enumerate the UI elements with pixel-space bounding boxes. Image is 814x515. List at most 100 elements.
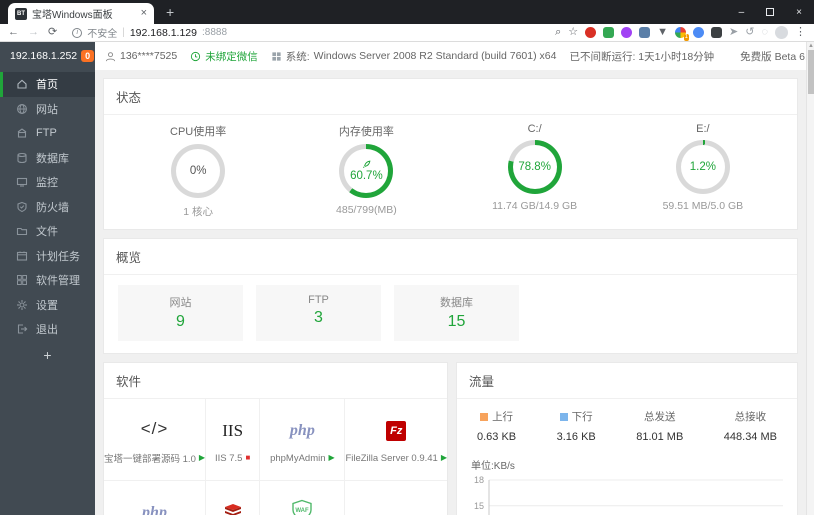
user-phone: 136****7525 [120,50,178,62]
software-item-phpmyadmin[interactable]: php phpMyAdmin ▶ [260,399,346,481]
iis-icon: IIS [222,420,244,440]
sidebar-item-website[interactable]: 网站 [0,97,95,122]
sidebar-item-settings[interactable]: 设置 [0,293,95,318]
traffic-card-title: 流量 [457,363,797,399]
disk-c-ring: 78.8% [507,140,562,194]
filezilla-icon: Fz [386,420,407,441]
browser-tab[interactable]: BT 宝塔Windows面板 × [8,3,154,24]
extension-icon[interactable] [603,27,615,38]
sidebar-item-firewall[interactable]: 防火墙 [0,195,95,220]
scroll-up-icon[interactable]: ▲ [808,43,814,49]
grid-icon [17,275,27,286]
overview-card: 概览 网站 9 FTP 3 数据库 15 [103,238,798,354]
url-port: :8888 [201,27,228,38]
extension-icon[interactable] [639,27,651,38]
cpu-ring: 0% [171,144,226,198]
uptime: 已不间断运行: 1天1小时18分钟 [569,50,715,63]
overview-databases[interactable]: 数据库 15 [394,285,519,341]
bookmark-star-icon[interactable]: ☆ [568,27,578,38]
send-extension-icon[interactable]: ➤ [729,27,738,38]
gear-icon [17,299,27,310]
info-icon[interactable]: i [72,27,83,38]
memory-ring: 60.7% [339,144,394,198]
browser-window: BT 宝塔Windows面板 × + – × ← → ⟳ i 不安全 | 192… [0,0,814,515]
history-extension-icon[interactable]: ↺ [745,27,754,38]
ftp-icon [17,128,27,138]
software-item-redis[interactable]: redis 1.0▶ [206,481,261,515]
filter-extension-icon[interactable]: ▼ [657,27,668,38]
page-scrollbar[interactable]: ▲ [806,42,814,515]
disk-e-ring: 1.2% [675,140,730,194]
search-icon[interactable]: ⌕ [555,27,561,38]
status-indicator: ▶ [198,453,206,462]
software-item-waf[interactable]: WAF 宝塔IIS防火墙 1.0▶ [260,481,346,515]
disk-e-gauge[interactable]: E:/ 1.2% 59.51 MB/5.0 GB [628,123,778,219]
sidebar-item-home[interactable]: 首页 [0,72,95,97]
sidebar-add-button[interactable]: + [0,347,95,363]
software-item-php52[interactable]: php PHP-5.2▶ [104,481,207,515]
logout-icon [17,324,28,334]
traffic-up: 上行 0.63 KB [477,411,517,443]
overview-ftp[interactable]: FTP 3 [256,285,381,341]
home-icon [17,79,27,89]
extension-icon[interactable] [711,27,723,38]
window-minimize-button[interactable]: – [739,7,745,18]
cpu-gauge[interactable]: CPU使用率 0% 1 核心 [123,123,273,219]
software-item-deploy[interactable]: </> 宝塔一键部署源码 1.0 ▶ [104,399,207,481]
user-account[interactable]: 136****7525 [105,50,177,62]
browser-toolbar: ← → ⟳ i 不安全 | 192.168.1.129 :8888 ⌕ ☆ ▼ … [0,24,814,42]
status-indicator: ▶ [440,453,447,462]
extension-icon[interactable] [585,27,597,38]
boost-rocket-icon[interactable] [362,160,371,169]
php-icon: php [289,421,315,439]
database-icon [17,152,27,163]
user-icon [105,51,116,61]
wechat-bind-link[interactable]: 未绑定微信 [190,49,258,64]
overview-websites[interactable]: 网站 9 [118,285,243,341]
new-tab-button[interactable]: + [166,5,174,19]
redis-icon [224,503,241,515]
back-icon[interactable]: ← [8,27,19,38]
tab-title: 宝塔Windows面板 [32,10,113,21]
sidebar-item-software[interactable]: 软件管理 [0,268,95,293]
extension-icon[interactable]: 1 [675,27,690,41]
status-card: 状态 CPU使用率 0% 1 核心 内存使用率 60.7% 485/799(MB… [103,78,798,230]
sidebar-item-files[interactable]: 文件 [0,219,95,244]
not-secure-label: 不安全 [87,29,118,40]
software-item-filezilla[interactable]: Fz FileZilla Server 0.9.41 ▶ [345,399,447,481]
status-indicator: ■ [245,453,251,462]
address-bar[interactable]: i 不安全 | 192.168.1.129 :8888 [66,26,546,40]
extension-icon[interactable] [621,27,633,38]
server-ip: 192.168.1.252 [10,50,78,62]
reload-icon[interactable]: ⟳ [48,27,57,38]
message-count-badge[interactable]: 0 [81,50,95,62]
chart-unit-label: 单位:KB/s [471,461,515,472]
disk-c-gauge[interactable]: C:/ 78.8% 11.74 GB/14.9 GB [460,123,610,219]
sidebar-item-database[interactable]: 数据库 [0,146,95,171]
sidebar-item-cron[interactable]: 计划任务 [0,244,95,269]
memory-gauge[interactable]: 内存使用率 60.7% 485/799(MB) [291,123,441,219]
tab-close-icon[interactable]: × [141,8,147,19]
chrome-menu-icon[interactable]: ⋮ [795,27,806,38]
main-content: 状态 CPU使用率 0% 1 核心 内存使用率 60.7% 485/799(MB… [95,70,806,515]
wechat-icon [191,51,201,61]
version-info: 免费版 Beta 6.0.0 [找Bug奖宝塔币] [740,49,814,64]
sidebar-item-ftp[interactable]: FTP [0,121,95,146]
system-value: Windows Server 2008 R2 Standard (build 7… [313,50,557,62]
sidebar: 首页 网站 FTP 数据库 监控 防火墙 文件 计划任务 软件管理 设置 退出 … [0,70,95,515]
forward-icon[interactable]: → [28,27,39,38]
sidebar-item-monitor[interactable]: 监控 [0,170,95,195]
scrollbar-thumb[interactable] [808,50,814,94]
overview-card-title: 概览 [104,239,797,275]
window-close-button[interactable]: × [796,7,802,18]
profile-avatar[interactable] [775,26,788,39]
sidebar-item-logout[interactable]: 退出 [0,317,95,342]
software-item-iis[interactable]: IIS IIS 7.5 ■ [206,399,261,481]
server-ip-box[interactable]: 192.168.1.252 0 [0,42,95,70]
window-maximize-button[interactable] [766,8,775,16]
waf-shield-icon: WAF [292,499,313,515]
extension-icon[interactable] [693,27,705,38]
code-icon: </> [140,419,169,438]
software-card: 软件 </> 宝塔一键部署源码 1.0 ▶ IIS IIS 7.5 ■ php ph… [103,362,448,515]
extension-icon[interactable]: ◌ [761,27,768,38]
